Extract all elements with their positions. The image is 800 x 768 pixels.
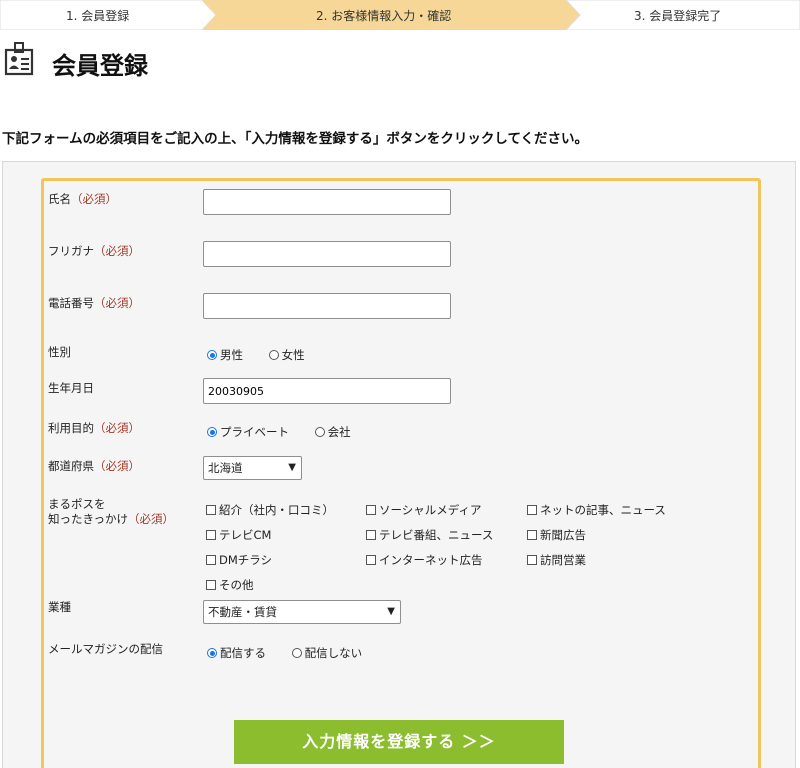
source-label: まるポスを 知ったきっかけ（必須） — [48, 497, 175, 526]
radio-checked-icon[interactable] — [207, 350, 217, 360]
required-mark: （必須） — [94, 296, 140, 310]
prefecture-label: 都道府県（必須） — [48, 459, 140, 473]
checkbox-icon[interactable] — [206, 505, 216, 515]
source-checkbox[interactable]: その他 — [206, 577, 254, 593]
checkbox-icon[interactable] — [366, 505, 376, 515]
step-3: 3. 会員登録完了 — [634, 9, 722, 23]
radio-unchecked-icon[interactable] — [314, 427, 325, 437]
industry-select[interactable]: 不動産・賃貸 ▼ — [203, 600, 401, 624]
checkbox-icon[interactable] — [527, 530, 537, 540]
required-mark: （必須） — [94, 421, 140, 435]
industry-label: 業種 — [48, 600, 71, 614]
birthdate-input[interactable] — [203, 378, 451, 404]
progress-steps: 1. 会員登録 2. お客様情報入力・確認 3. 会員登録完了 — [0, 0, 800, 30]
required-mark: （必須） — [94, 459, 140, 473]
furigana-label: フリガナ（必須） — [48, 244, 140, 258]
purpose-company-option[interactable]: 会社 — [314, 424, 351, 440]
checkbox-icon[interactable] — [206, 580, 216, 590]
birthdate-label: 生年月日 — [48, 381, 94, 395]
phone-label: 電話番号（必須） — [48, 296, 140, 310]
radio-checked-icon[interactable] — [207, 648, 217, 658]
checkbox-icon[interactable] — [527, 505, 537, 515]
submit-button[interactable]: 入力情報を登録する ＞＞ — [234, 720, 564, 764]
checkbox-icon[interactable] — [366, 530, 376, 540]
source-checkbox[interactable]: インターネット広告 — [366, 552, 483, 568]
step-1: 1. 会員登録 — [66, 9, 130, 23]
name-label: 氏名（必須） — [48, 192, 117, 206]
purpose-radio-group: プライベート 会社 — [207, 424, 373, 440]
source-checkbox[interactable]: 新聞広告 — [527, 527, 586, 543]
name-input[interactable] — [203, 189, 451, 215]
radio-unchecked-icon[interactable] — [268, 350, 279, 360]
newsletter-no-option[interactable]: 配信しない — [291, 645, 362, 661]
source-checkbox[interactable]: ソーシャルメディア — [366, 502, 481, 518]
gender-male-option[interactable]: 男性 — [207, 347, 243, 363]
source-checkbox[interactable]: ネットの記事、ニュース — [527, 502, 666, 518]
required-mark: （必須） — [94, 244, 140, 258]
newsletter-label: メールマガジンの配信 — [48, 642, 163, 656]
step-2: 2. お客様情報入力・確認 — [316, 9, 452, 23]
phone-input[interactable] — [203, 293, 451, 319]
required-mark: （必須） — [71, 192, 117, 206]
purpose-private-option[interactable]: プライベート — [207, 424, 289, 440]
newsletter-radio-group: 配信する 配信しない — [207, 645, 384, 661]
purpose-label: 利用目的（必須） — [48, 421, 140, 435]
radio-unchecked-icon[interactable] — [291, 648, 302, 658]
furigana-input[interactable] — [203, 241, 451, 267]
source-checkbox[interactable]: DMチラシ — [206, 552, 272, 568]
source-checkbox[interactable]: 訪問営業 — [527, 552, 586, 568]
page-header: 会員登録 — [0, 40, 400, 80]
checkbox-icon[interactable] — [206, 530, 216, 540]
checkbox-icon[interactable] — [527, 555, 537, 565]
chevron-down-icon: ▼ — [387, 606, 395, 617]
required-mark: （必須） — [128, 512, 175, 526]
prefecture-select[interactable]: 北海道 ▼ — [203, 456, 302, 480]
newsletter-yes-option[interactable]: 配信する — [207, 645, 266, 661]
checkbox-icon[interactable] — [206, 555, 216, 565]
gender-female-option[interactable]: 女性 — [268, 347, 305, 363]
checkbox-icon[interactable] — [366, 555, 376, 565]
gender-label: 性別 — [48, 345, 71, 359]
source-checkbox[interactable]: 紹介（社内・口コミ） — [206, 502, 334, 518]
source-checkbox[interactable]: テレビCM — [206, 527, 271, 543]
page-title: 会員登録 — [52, 52, 148, 80]
instructions-text: 下記フォームの必須項目をご記入の上、「入力情報を登録する」ボタンをクリックしてく… — [2, 131, 589, 147]
source-checkbox[interactable]: テレビ番組、ニュース — [366, 527, 493, 543]
radio-checked-icon[interactable] — [207, 427, 217, 437]
chevron-down-icon: ▼ — [288, 462, 296, 473]
member-card-icon — [4, 42, 34, 76]
gender-radio-group: 男性 女性 — [207, 347, 327, 363]
